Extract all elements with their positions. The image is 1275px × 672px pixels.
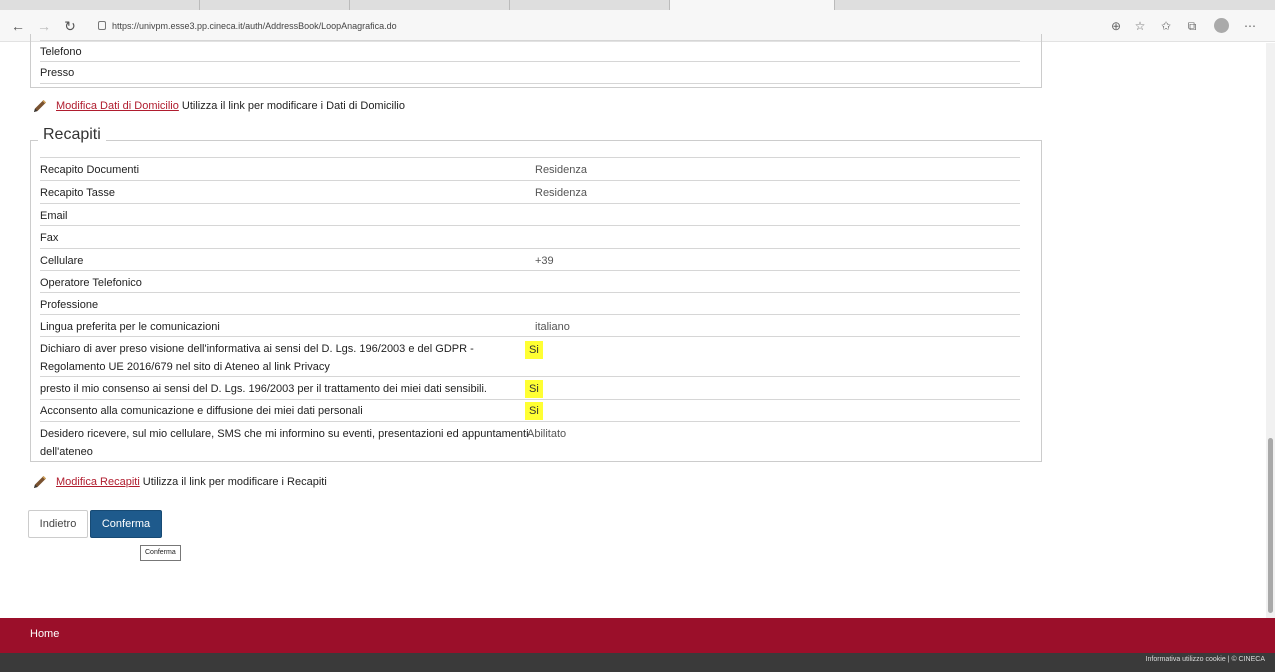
edit-recapiti-link[interactable]: Modifica Recapiti — [56, 476, 140, 488]
row-label: Desidero ricevere, sul mio cellulare, SM… — [40, 428, 529, 458]
table-row: Cellulare +39 — [40, 249, 1020, 271]
row-label: Cellulare — [40, 255, 84, 267]
footer-nav: Home — [0, 618, 1275, 653]
address-bar[interactable]: https://univpm.esse3.pp.cineca.it/auth/A… — [112, 18, 397, 34]
row-value-highlighted: Si — [525, 341, 543, 359]
edit-domicilio-link[interactable]: Modifica Dati di Domicilio — [56, 100, 179, 112]
row-label: Email — [40, 210, 68, 222]
browser-tab-strip — [0, 0, 1275, 10]
row-label: presto il mio consenso ai sensi del D. L… — [40, 383, 487, 395]
row-value: italiano — [535, 321, 570, 333]
footer-home-link[interactable]: Home — [30, 628, 59, 640]
row-label: Recapito Documenti — [40, 164, 140, 176]
table-row: Telefono — [40, 40, 1020, 62]
pencil-icon — [34, 100, 46, 113]
recapiti-legend: Recapiti — [38, 124, 106, 146]
row-label: Telefono — [40, 46, 82, 58]
row-value: Residenza — [535, 164, 587, 176]
pencil-icon — [34, 476, 46, 489]
table-row: Lingua preferita per le comunicazioni it… — [40, 315, 1020, 337]
table-row: Presso — [40, 62, 1020, 84]
browser-tab[interactable] — [200, 0, 350, 10]
table-row: Acconsento alla comunicazione e diffusio… — [40, 400, 1020, 422]
row-value-highlighted: Si — [525, 380, 543, 398]
favorite-icon[interactable]: ☆ — [1130, 16, 1150, 36]
site-info-icon[interactable] — [98, 21, 106, 30]
zoom-icon[interactable]: ⊕ — [1106, 16, 1126, 36]
row-label: Professione — [40, 299, 99, 311]
table-row: Desidero ricevere, sul mio cellulare, SM… — [40, 422, 1020, 460]
browser-tab[interactable] — [510, 0, 670, 10]
row-label: Fax — [40, 232, 59, 244]
vertical-scrollbar[interactable] — [1266, 43, 1275, 618]
row-value: +39 — [535, 255, 554, 267]
table-row: Dichiaro di aver preso visione dell'info… — [40, 337, 1020, 377]
reload-icon[interactable]: ↻ — [60, 16, 80, 36]
row-label: Lingua preferita per le comunicazioni — [40, 321, 220, 333]
table-row: Fax — [40, 226, 1020, 249]
confirm-tooltip: Conferma — [140, 545, 181, 561]
back-button[interactable]: Indietro — [28, 510, 88, 538]
table-row: Professione — [40, 293, 1020, 315]
row-value: Residenza — [535, 187, 587, 199]
row-label: Dichiaro di aver preso visione dell'info… — [40, 343, 474, 373]
forward-arrow-icon[interactable]: → — [34, 16, 54, 36]
footer-bottom: Informativa utilizzo cookie | © CINECA — [0, 653, 1275, 672]
edit-domicilio-description: Utilizza il link per modificare i Dati d… — [181, 100, 405, 112]
table-row: Operatore Telefonico — [40, 271, 1020, 293]
confirm-button[interactable]: Conferma — [90, 510, 162, 538]
collections-icon[interactable]: ⧉ — [1182, 16, 1202, 36]
footer-cookie-info[interactable]: Informativa utilizzo cookie | © CINECA — [1146, 656, 1265, 663]
browser-tab-active[interactable] — [670, 0, 835, 10]
back-arrow-icon[interactable]: ← — [8, 16, 28, 36]
row-value: Abilitato — [527, 428, 567, 440]
table-row: presto il mio consenso ai sensi del D. L… — [40, 377, 1020, 400]
browser-tab[interactable] — [350, 0, 510, 10]
row-label: Operatore Telefonico — [40, 277, 142, 289]
row-label: Acconsento alla comunicazione e diffusio… — [40, 405, 363, 417]
table-row: Email — [40, 204, 1020, 226]
table-row: Recapito Tasse Residenza — [40, 181, 1020, 204]
table-row-divider — [40, 157, 1020, 158]
scrollbar-thumb[interactable] — [1268, 438, 1273, 613]
profile-avatar[interactable] — [1214, 18, 1229, 33]
more-menu-icon[interactable]: ⋯ — [1240, 16, 1260, 36]
row-label: Recapito Tasse — [40, 187, 116, 199]
row-value-highlighted: Si — [525, 402, 543, 420]
browser-tab[interactable] — [0, 0, 200, 10]
table-row: Recapito Documenti Residenza — [40, 159, 1020, 181]
favorites-list-icon[interactable]: ✩ — [1156, 16, 1176, 36]
edit-recapiti-description: Utilizza il link per modificare i Recapi… — [142, 476, 327, 488]
edit-recapiti-line: Modifica Recapiti Utilizza il link per mo… — [32, 473, 327, 491]
row-label: Presso — [40, 67, 75, 79]
edit-domicilio-line: Modifica Dati di Domicilio Utilizza il li… — [32, 97, 405, 115]
